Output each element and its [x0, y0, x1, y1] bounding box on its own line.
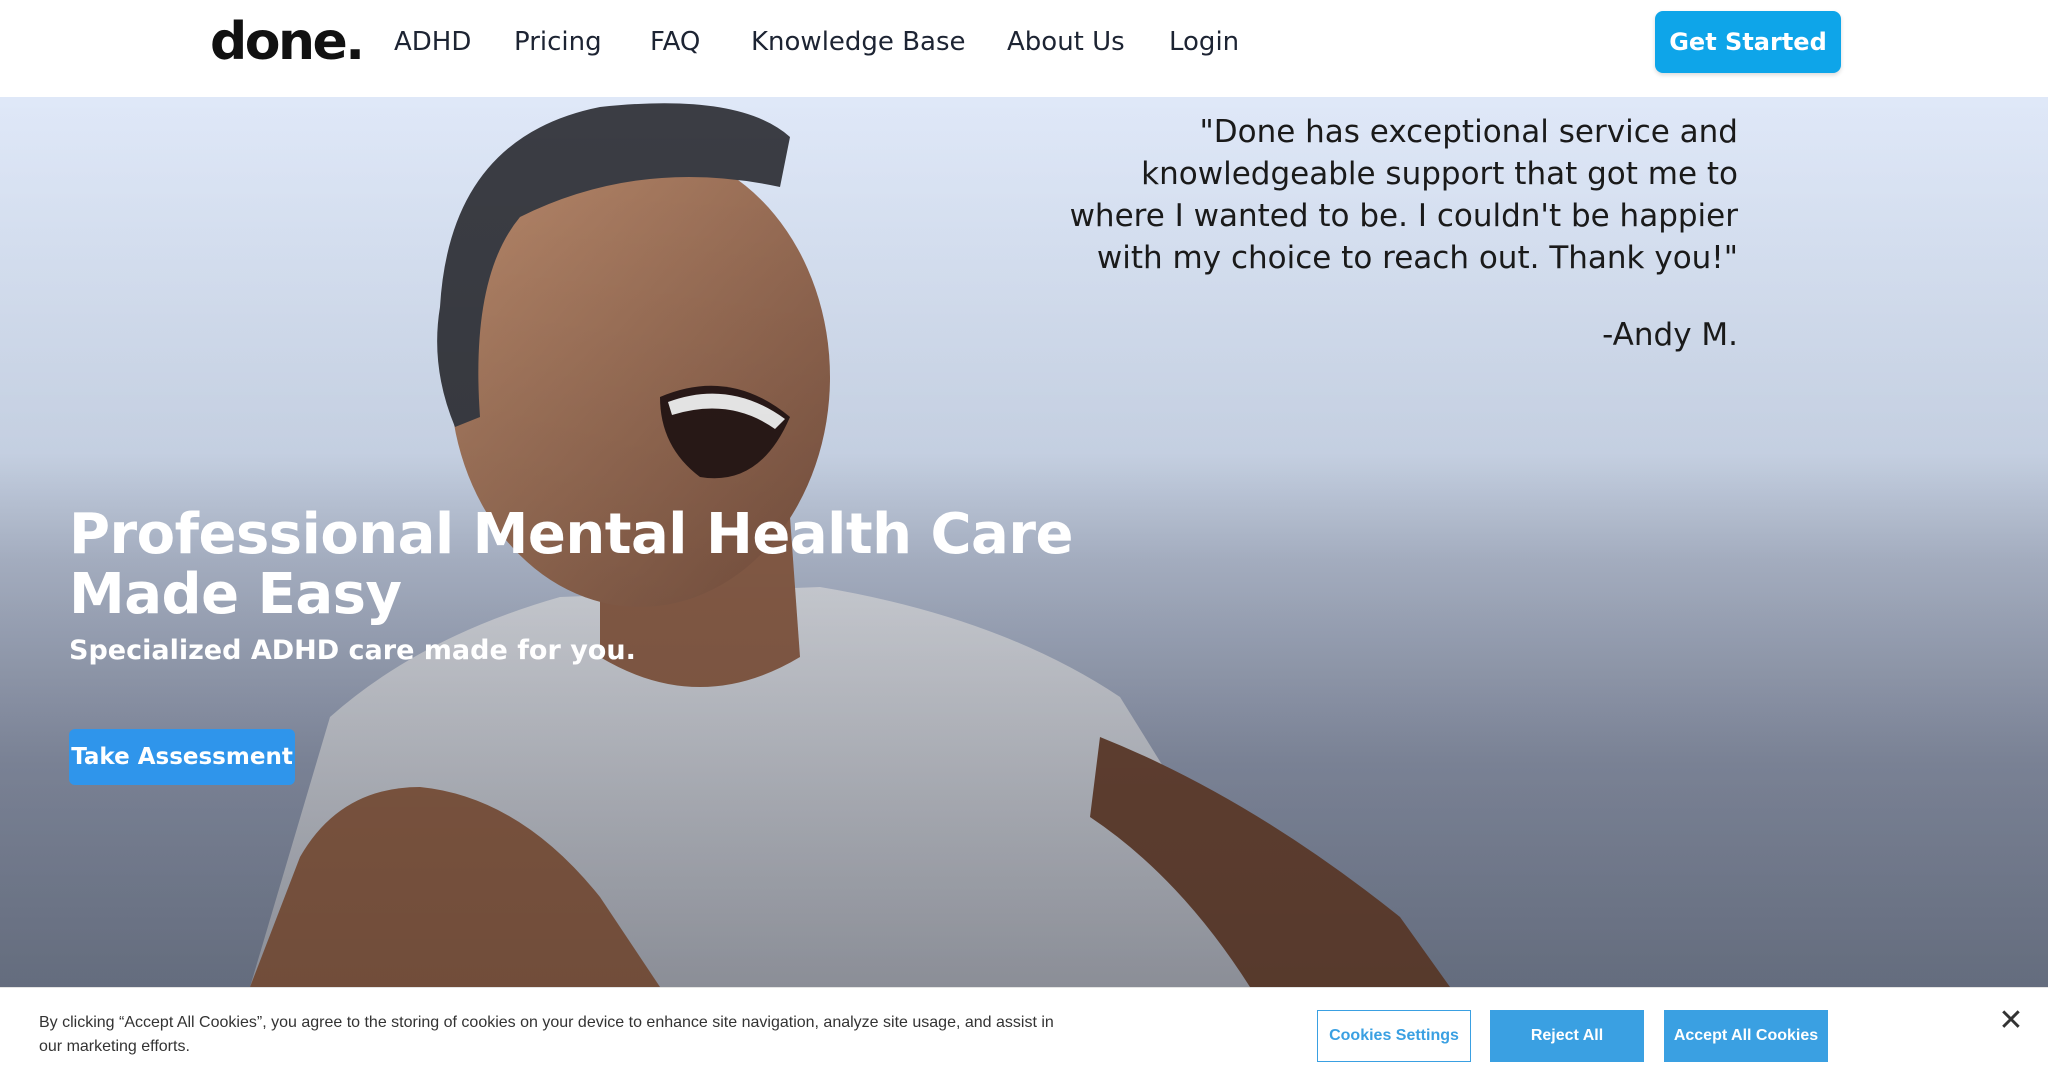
cookies-settings-button[interactable]: Cookies Settings: [1317, 1010, 1471, 1062]
cookie-banner-text: By clicking “Accept All Cookies”, you ag…: [39, 1014, 1054, 1055]
nav-pricing[interactable]: Pricing: [514, 24, 602, 60]
nav-faq[interactable]: FAQ: [650, 24, 700, 60]
hero-title: Professional Mental Health Care Made Eas…: [69, 502, 1073, 627]
nav-knowledge-base[interactable]: Knowledge Base: [751, 24, 966, 60]
nav-about-us[interactable]: About Us: [1007, 24, 1125, 60]
take-assessment-button[interactable]: Take Assessment: [69, 729, 295, 785]
cookie-banner: By clicking “Accept All Cookies”, you ag…: [0, 987, 2048, 1090]
hero-section: "Done has exceptional service and knowle…: [0, 97, 2048, 987]
accept-all-cookies-button[interactable]: Accept All Cookies: [1664, 1010, 1828, 1062]
hero-subtitle: Specialized ADHD care made for you.: [69, 635, 636, 666]
reject-all-button[interactable]: Reject All: [1490, 1010, 1644, 1062]
nav-adhd[interactable]: ADHD: [394, 24, 471, 60]
get-started-button[interactable]: Get Started: [1655, 11, 1841, 73]
testimonial-quote: "Done has exceptional service and knowle…: [1069, 114, 1738, 276]
close-icon[interactable]: ✕: [1996, 1006, 2026, 1036]
nav-login[interactable]: Login: [1169, 24, 1239, 60]
testimonial-author: -Andy M.: [1602, 317, 1738, 353]
done-logo[interactable]: done.: [210, 12, 365, 72]
site-header: done. ADHD Pricing FAQ Knowledge Base Ab…: [0, 0, 2048, 97]
